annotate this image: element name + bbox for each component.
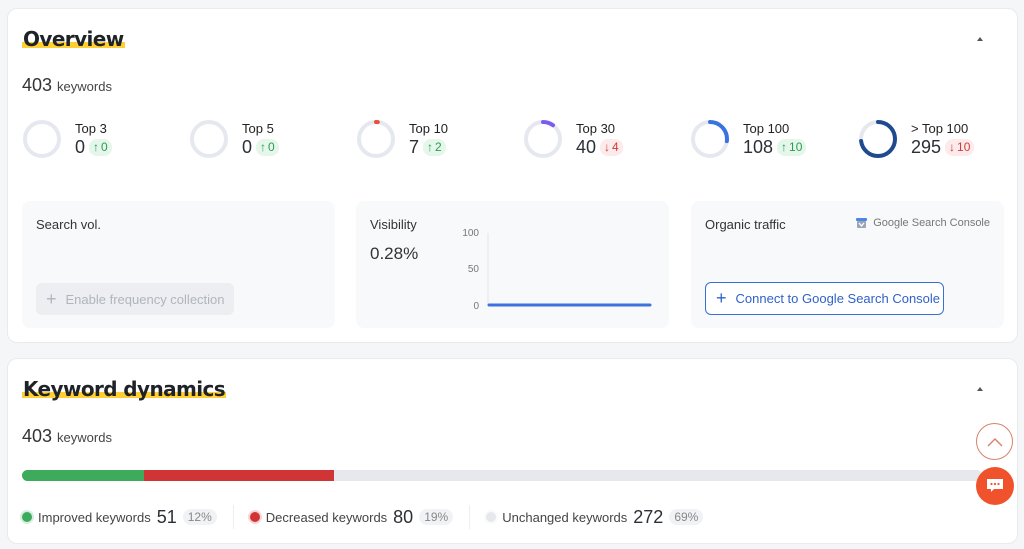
top-label: Top 10 — [409, 121, 449, 136]
delta-badge: ↑ 0 — [256, 138, 279, 156]
enable-frequency-collection-button[interactable]: + Enable frequency collection — [36, 283, 234, 315]
top-item-top30[interactable]: Top 30 40 ↓ 4 — [523, 119, 623, 159]
connect-gsc-label: Connect to Google Search Console — [735, 291, 941, 306]
keyword-dynamics-title: Keyword dynamics — [22, 377, 227, 401]
chat-button[interactable] — [976, 467, 1014, 505]
keyword-dynamics-bar — [22, 470, 982, 481]
y-tick-50: 50 — [468, 264, 480, 275]
connect-google-search-console-button[interactable]: + Connect to Google Search Console — [705, 282, 944, 315]
chat-icon — [987, 479, 1003, 492]
plus-icon: + — [716, 288, 727, 308]
overview-title: Overview — [22, 27, 125, 51]
organic-traffic-panel: Organic traffic Google Search Console + … — [691, 201, 1004, 328]
top-label: Top 30 — [576, 121, 616, 136]
keyword-count-value: 403 — [22, 426, 53, 446]
scroll-to-top-button[interactable] — [976, 423, 1013, 460]
keyword-count-label: keywords — [57, 79, 112, 94]
google-search-console-source: Google Search Console — [855, 217, 990, 229]
delta-badge: ↓ 4 — [600, 138, 623, 156]
visibility-chart: 100 50 0 — [462, 228, 652, 311]
search-volume-title: Search vol. — [36, 217, 102, 232]
top-value: 40 — [576, 137, 597, 157]
arrow-icon: ↑ — [93, 139, 100, 154]
top-label: > Top 100 — [911, 121, 969, 136]
donut-chart-icon — [691, 120, 729, 158]
top-label: Top 3 — [75, 121, 107, 136]
arrow-icon: ↑ — [427, 139, 434, 154]
visibility-panel: Visibility 0.28% 100 50 0 — [356, 201, 669, 328]
overview-keyword-count: 403 keywords — [22, 75, 112, 96]
delta-badge: ↓ 10 — [945, 138, 975, 156]
google-search-console-icon — [856, 218, 868, 228]
keyword-count-value: 403 — [22, 75, 53, 95]
y-tick-0: 0 — [473, 301, 479, 311]
arrow-icon: ↑ — [260, 139, 267, 154]
top-value: 0 — [75, 137, 86, 157]
legend-decreased[interactable]: Decreased keywords 80 19% — [249, 507, 469, 528]
arrow-icon: ↑ — [781, 139, 788, 154]
arrow-up-icon — [987, 437, 1002, 446]
top-item-top5[interactable]: Top 5 0 ↑ 0 — [189, 119, 279, 159]
arrow-icon: ↓ — [949, 139, 956, 154]
top-item-top100[interactable]: Top 100 108 ↑ 10 — [690, 119, 807, 159]
decreased-dot-icon — [249, 512, 260, 522]
top-item-over-top100[interactable]: > Top 100 295 ↓ 10 — [858, 119, 975, 159]
unchanged-segment — [334, 470, 982, 481]
top-label: Top 100 — [743, 121, 790, 136]
legend-unchanged[interactable]: Unchanged keywords 272 69% — [486, 507, 719, 528]
legend-improved[interactable]: Improved keywords 51 12% — [22, 507, 233, 528]
divider — [232, 505, 234, 529]
improved-dot-icon — [22, 512, 32, 522]
visibility-value: 0.28% — [370, 244, 419, 263]
search-volume-panel: Search vol. + Enable frequency collectio… — [22, 201, 335, 328]
overview-card: Overview 403 keywords Top 3 0 ↑ 0 Top 5 0… — [7, 8, 1018, 343]
improved-segment — [22, 470, 144, 481]
divider — [469, 505, 471, 529]
delta-badge: ↑ 10 — [777, 138, 807, 156]
collapse-dynamics-icon[interactable] — [977, 387, 983, 391]
enable-frequency-label: Enable frequency collection — [65, 291, 225, 307]
keyword-dynamics-card: Keyword dynamics 403 keywords Improved k… — [7, 358, 1018, 544]
donut-chart-icon — [524, 120, 562, 158]
donut-chart-icon — [190, 120, 228, 158]
top-positions: Top 3 0 ↑ 0 Top 5 0 ↑ 0 Top 10 7 ↑ 2 Top… — [22, 119, 1003, 161]
top-item-top3[interactable]: Top 3 0 ↑ 0 — [22, 119, 112, 159]
arrow-icon: ↓ — [604, 139, 611, 154]
dynamics-legend: Improved keywords 51 12% Decreased keywo… — [22, 505, 719, 529]
decreased-segment — [143, 470, 335, 481]
organic-traffic-title: Organic traffic — [705, 217, 786, 232]
plus-icon: + — [46, 288, 57, 309]
collapse-overview-icon[interactable] — [977, 37, 983, 41]
top-value: 295 — [911, 137, 942, 157]
y-tick-100: 100 — [462, 228, 479, 239]
keyword-count-label: keywords — [57, 430, 112, 445]
top-label: Top 5 — [242, 121, 274, 136]
visibility-title: Visibility — [370, 217, 417, 232]
unchanged-dot-icon — [486, 512, 497, 522]
dynamics-keyword-count: 403 keywords — [22, 426, 112, 447]
donut-chart-icon — [357, 120, 395, 158]
top-value: 108 — [743, 137, 774, 157]
top-value: 0 — [242, 137, 253, 157]
delta-badge: ↑ 0 — [89, 138, 112, 156]
donut-chart-icon — [859, 120, 897, 158]
donut-chart-icon — [23, 120, 61, 158]
top-item-top10[interactable]: Top 10 7 ↑ 2 — [356, 119, 448, 159]
delta-badge: ↑ 2 — [423, 138, 446, 156]
top-value: 7 — [409, 137, 420, 157]
